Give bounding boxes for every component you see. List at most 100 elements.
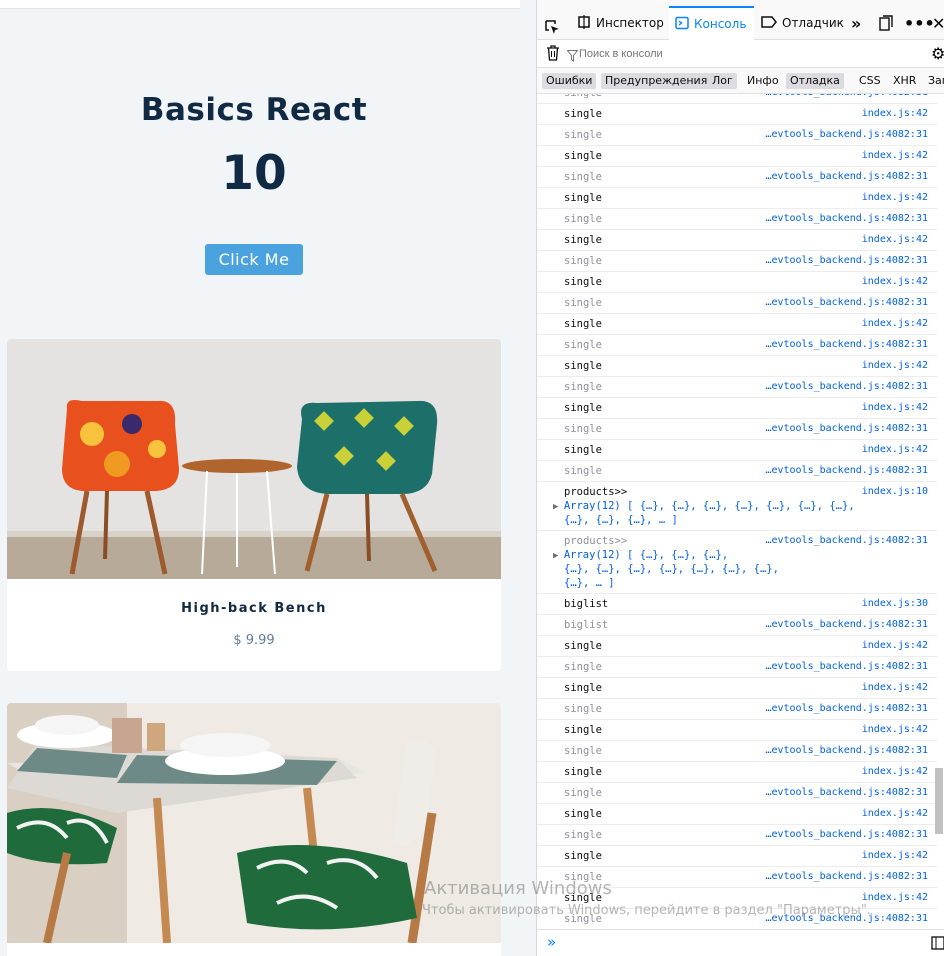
level-debug[interactable]: Отладка: [786, 73, 844, 89]
console-source-link[interactable]: index.js:42: [862, 640, 928, 651]
console-source-link[interactable]: …evtools_backend.js:4082:31: [765, 465, 928, 476]
level-xhr[interactable]: XHR: [889, 73, 920, 89]
editor-mode-icon[interactable]: [931, 935, 944, 954]
level-log[interactable]: Лог: [708, 73, 737, 89]
console-scrollbar-thumb[interactable]: [935, 768, 943, 834]
dock-icon[interactable]: [879, 8, 893, 38]
console-row[interactable]: single …evtools_backend.js:4082:31: [537, 251, 937, 272]
console-source-link[interactable]: index.js:42: [862, 402, 928, 413]
console-row[interactable]: single …evtools_backend.js:4082:31: [537, 825, 937, 846]
click-me-button[interactable]: Click Me: [205, 244, 303, 275]
tab-inspector[interactable]: Инспектор: [577, 8, 664, 38]
console-row[interactable]: single index.js:42: [537, 804, 937, 825]
console-row[interactable]: single …evtools_backend.js:4082:31: [537, 377, 937, 398]
console-source-link[interactable]: index.js:42: [862, 766, 928, 777]
expand-triangle-icon[interactable]: ▶: [553, 551, 564, 561]
console-filter-input[interactable]: [579, 45, 919, 63]
console-row[interactable]: single index.js:42: [537, 314, 937, 335]
console-row[interactable]: single index.js:42: [537, 104, 937, 125]
console-source-link[interactable]: index.js:42: [862, 682, 928, 693]
console-source-link[interactable]: index.js:42: [862, 808, 928, 819]
console-source-link[interactable]: …evtools_backend.js:4082:31: [765, 94, 928, 98]
console-source-link[interactable]: index.js:42: [862, 724, 928, 735]
console-row[interactable]: biglist index.js:30: [537, 594, 937, 615]
console-source-link[interactable]: …evtools_backend.js:4082:31: [765, 213, 928, 224]
console-source-link[interactable]: …evtools_backend.js:4082:31: [765, 535, 928, 546]
level-css[interactable]: CSS: [855, 73, 885, 89]
console-row[interactable]: single index.js:42: [537, 230, 937, 251]
console-row[interactable]: single …evtools_backend.js:4082:31: [537, 461, 937, 482]
console-source-link[interactable]: …evtools_backend.js:4082:31: [765, 297, 928, 308]
console-row[interactable]: single index.js:42: [537, 146, 937, 167]
console-row[interactable]: single index.js:42: [537, 636, 937, 657]
console-row[interactable]: single index.js:42: [537, 398, 937, 419]
console-row[interactable]: biglist …evtools_backend.js:4082:31: [537, 615, 937, 636]
level-requests[interactable]: Заг: [924, 73, 944, 89]
console-source-link[interactable]: index.js:42: [862, 234, 928, 245]
console-row[interactable]: single index.js:42: [537, 188, 937, 209]
settings-gear-icon[interactable]: ⚙: [931, 44, 944, 63]
console-row[interactable]: single …evtools_backend.js:4082:31: [537, 209, 937, 230]
console-row[interactable]: single index.js:42: [537, 678, 937, 699]
console-source-link[interactable]: …evtools_backend.js:4082:31: [765, 619, 928, 630]
tab-console[interactable]: Консоль: [669, 6, 755, 40]
menu-ellipsis-icon[interactable]: •••: [904, 8, 935, 38]
console-row[interactable]: single …evtools_backend.js:4082:31: [537, 94, 937, 104]
console-source-link[interactable]: …evtools_backend.js:4082:31: [765, 661, 928, 672]
console-row[interactable]: single …evtools_backend.js:4082:31: [537, 657, 937, 678]
console-source-link[interactable]: index.js:42: [862, 150, 928, 161]
console-source-link[interactable]: …evtools_backend.js:4082:31: [765, 255, 928, 266]
expand-triangle-icon[interactable]: ▶: [553, 502, 564, 512]
console-row[interactable]: single …evtools_backend.js:4082:31: [537, 125, 937, 146]
console-source-link[interactable]: …evtools_backend.js:4082:31: [765, 423, 928, 434]
console-row[interactable]: single index.js:42: [537, 356, 937, 377]
console-output[interactable]: single…evtools_backend.js:4082:31singlei…: [537, 94, 937, 929]
console-object-preview[interactable]: ▶ Array(12) [ {…}, {…}, {…},: [553, 549, 728, 564]
tab-debugger[interactable]: Отладчик: [761, 8, 844, 38]
console-row[interactable]: single …evtools_backend.js:4082:31: [537, 419, 937, 440]
level-warnings[interactable]: Предупреждения: [601, 73, 712, 89]
console-source-link[interactable]: …evtools_backend.js:4082:31: [765, 829, 928, 840]
console-source-link[interactable]: index.js:42: [862, 850, 928, 861]
console-source-link[interactable]: …evtools_backend.js:4082:31: [765, 745, 928, 756]
product-card[interactable]: [7, 703, 501, 956]
console-source-link[interactable]: index.js:30: [862, 598, 928, 609]
console-row[interactable]: products>> index.js:10 ▶ Array(12) [ {…}, …: [537, 482, 937, 531]
console-row[interactable]: single …evtools_backend.js:4082:31: [537, 741, 937, 762]
console-source-link[interactable]: index.js:42: [862, 276, 928, 287]
more-tabs-icon[interactable]: »: [851, 8, 861, 38]
console-row[interactable]: single index.js:42: [537, 272, 937, 293]
console-source-link[interactable]: …evtools_backend.js:4082:31: [765, 171, 928, 182]
console-source-link[interactable]: index.js:42: [862, 444, 928, 455]
console-object-preview[interactable]: ▶ Array(12) [ {…}, {…}, {…}, {…}, {…}, {…: [553, 500, 855, 515]
console-row[interactable]: single …evtools_backend.js:4082:31: [537, 783, 937, 804]
trash-icon[interactable]: [546, 45, 560, 65]
console-input-bar[interactable]: »: [537, 929, 944, 956]
console-source-link[interactable]: …evtools_backend.js:4082:31: [765, 703, 928, 714]
console-row[interactable]: products>> …evtools_backend.js:4082:31 ▶ A…: [537, 531, 937, 594]
console-source-link[interactable]: …evtools_backend.js:4082:31: [765, 787, 928, 798]
console-row[interactable]: single index.js:42: [537, 762, 937, 783]
console-source-link[interactable]: …evtools_backend.js:4082:31: [765, 339, 928, 350]
console-row[interactable]: single …evtools_backend.js:4082:31: [537, 699, 937, 720]
product-card[interactable]: High-back Bench $ 9.99: [7, 339, 501, 671]
console-source-link[interactable]: index.js:42: [862, 318, 928, 329]
console-source-link[interactable]: …evtools_backend.js:4082:31: [765, 381, 928, 392]
console-row[interactable]: single index.js:42: [537, 440, 937, 461]
level-errors[interactable]: Ошибки: [542, 73, 597, 89]
console-row[interactable]: single …evtools_backend.js:4082:31: [537, 167, 937, 188]
level-info[interactable]: Инфо: [743, 73, 783, 89]
console-source-link[interactable]: index.js:42: [862, 192, 928, 203]
console-source-link[interactable]: …evtools_backend.js:4082:31: [765, 129, 928, 140]
console-source-link[interactable]: …evtools_backend.js:4082:31: [765, 871, 928, 882]
element-picker-icon[interactable]: [545, 13, 561, 43]
console-row[interactable]: single …evtools_backend.js:4082:31: [537, 335, 937, 356]
console-row[interactable]: single index.js:42: [537, 720, 937, 741]
console-source-link[interactable]: index.js:42: [862, 108, 928, 119]
close-icon[interactable]: ✕: [932, 8, 944, 38]
console-source-link[interactable]: index.js:42: [862, 360, 928, 371]
console-source-link[interactable]: index.js:10: [862, 486, 928, 497]
console-source-link[interactable]: index.js:42: [862, 892, 928, 903]
console-row[interactable]: single index.js:42: [537, 846, 937, 867]
console-row[interactable]: single …evtools_backend.js:4082:31: [537, 293, 937, 314]
